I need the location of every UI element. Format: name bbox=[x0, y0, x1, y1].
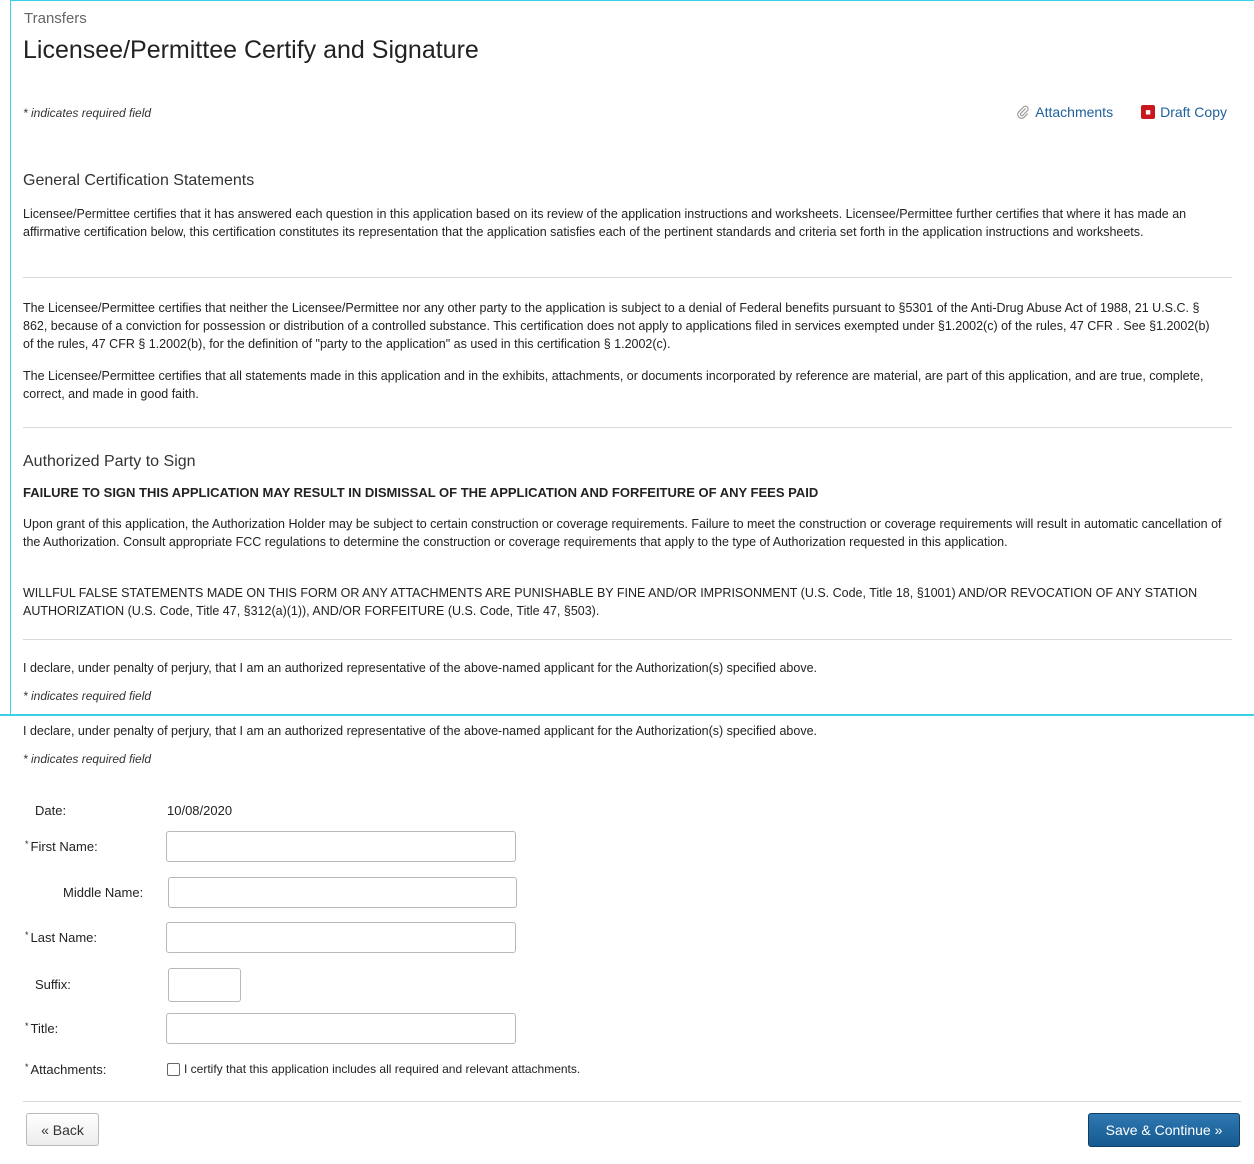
page-title: Licensee/Permittee Certify and Signature bbox=[23, 36, 479, 64]
divider bbox=[23, 1101, 1241, 1102]
required-field-note: * indicates required field bbox=[23, 689, 152, 703]
authorized-party-heading: Authorized Party to Sign bbox=[23, 453, 196, 470]
divider bbox=[23, 277, 1232, 278]
pdf-icon: ■ bbox=[1141, 105, 1156, 119]
frame-left-border bbox=[10, 0, 11, 715]
attachments-label-text: Attachments: bbox=[30, 1062, 107, 1077]
breadcrumb: Transfers bbox=[24, 10, 87, 27]
suffix-label: Suffix: bbox=[35, 977, 71, 992]
false-statements-warning: WILLFUL FALSE STATEMENTS MADE ON THIS FO… bbox=[23, 586, 1198, 618]
attachments-certify-checkbox[interactable] bbox=[167, 1062, 180, 1076]
required-field-note: * indicates required field bbox=[23, 752, 152, 766]
required-field-note: * indicates required field bbox=[23, 106, 152, 120]
general-cert-paragraph-2: The Licensee/Permittee certifies that ne… bbox=[23, 301, 1210, 351]
perjury-declaration: I declare, under penalty of perjury, tha… bbox=[23, 661, 817, 675]
first-name-label-text: First Name: bbox=[30, 839, 98, 854]
middle-name-input[interactable] bbox=[168, 877, 517, 908]
general-certification-heading: General Certification Statements bbox=[23, 172, 255, 189]
general-cert-paragraph-3: The Licensee/Permittee certifies that al… bbox=[23, 369, 1204, 401]
authorized-paragraph-1: Upon grant of this application, the Auth… bbox=[23, 517, 1222, 549]
required-mark: * bbox=[25, 839, 29, 849]
frame-top-border bbox=[10, 0, 1254, 1]
failure-to-sign-warning: FAILURE TO SIGN THIS APPLICATION MAY RES… bbox=[23, 485, 819, 500]
save-continue-button[interactable]: Save & Continue » bbox=[1088, 1113, 1240, 1147]
perjury-declaration: I declare, under penalty of perjury, tha… bbox=[23, 724, 817, 738]
attachments-certify-row[interactable]: I certify that this application includes… bbox=[167, 1062, 580, 1076]
required-mark: * bbox=[25, 1062, 29, 1072]
required-mark: * bbox=[25, 1021, 29, 1031]
date-label: Date: bbox=[35, 803, 67, 818]
date-value: 10/08/2020 bbox=[167, 803, 233, 818]
last-name-label: * Last Name: bbox=[25, 930, 97, 945]
draft-copy-link[interactable]: ■ Draft Copy bbox=[1141, 104, 1227, 120]
first-name-label: * First Name: bbox=[25, 839, 98, 854]
first-name-input[interactable] bbox=[166, 831, 516, 862]
back-button[interactable]: « Back bbox=[26, 1113, 99, 1146]
attachments-link[interactable]: Attachments bbox=[1016, 104, 1113, 120]
attachments-link-label: Attachments bbox=[1035, 104, 1114, 120]
section-separator bbox=[0, 714, 1254, 716]
paperclip-icon bbox=[1017, 105, 1029, 119]
suffix-input[interactable] bbox=[168, 968, 241, 1002]
attachments-label: * Attachments: bbox=[25, 1062, 106, 1077]
general-cert-paragraph-1: Licensee/Permittee certifies that it has… bbox=[23, 207, 1187, 239]
divider bbox=[23, 427, 1232, 428]
title-input[interactable] bbox=[166, 1013, 516, 1044]
last-name-input[interactable] bbox=[166, 922, 516, 953]
draft-copy-link-label: Draft Copy bbox=[1160, 104, 1227, 120]
title-label: * Title: bbox=[25, 1021, 58, 1036]
divider bbox=[23, 639, 1232, 640]
top-links: Attachments ■ Draft Copy bbox=[1016, 104, 1227, 120]
attachments-certify-text: I certify that this application includes… bbox=[184, 1062, 581, 1076]
middle-name-label: Middle Name: bbox=[63, 885, 144, 900]
required-mark: * bbox=[25, 930, 29, 940]
title-label-text: Title: bbox=[30, 1021, 59, 1036]
last-name-label-text: Last Name: bbox=[30, 930, 97, 945]
